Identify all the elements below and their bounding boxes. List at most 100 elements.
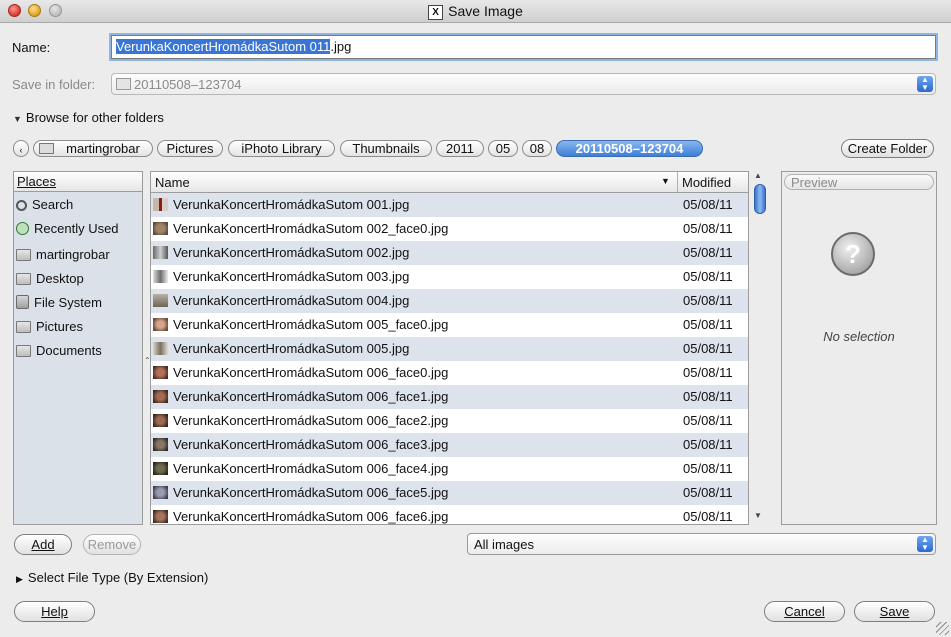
file-row[interactable]: VerunkaKoncertHromádkaSutom 006_face4.jp… [151, 457, 748, 481]
file-row[interactable]: VerunkaKoncertHromádkaSutom 002_face0.jp… [151, 217, 748, 241]
file-row[interactable]: VerunkaKoncertHromádkaSutom 006_face3.jp… [151, 433, 748, 457]
file-row[interactable]: VerunkaKoncertHromádkaSutom 006_face0.jp… [151, 361, 748, 385]
create-folder-button[interactable]: Create Folder [841, 139, 934, 158]
place-search[interactable]: Search [16, 193, 73, 217]
help-button[interactable]: Help [14, 601, 95, 622]
column-header-name-label: Name [155, 175, 190, 190]
path-item-pictures[interactable]: Pictures [157, 140, 223, 157]
file-modified: 05/08/11 [683, 293, 733, 308]
home-folder-icon [39, 143, 54, 154]
image-thumbnail-icon [153, 366, 168, 379]
save-button[interactable]: Save [854, 601, 935, 622]
file-modified: 05/08/11 [683, 221, 733, 236]
file-row[interactable]: VerunkaKoncertHromádkaSutom 005_face0.jp… [151, 313, 748, 337]
image-thumbnail-icon [153, 438, 168, 451]
path-item-martingrobar[interactable]: martingrobar [33, 140, 153, 157]
preview-header: Preview [784, 174, 934, 190]
file-row[interactable]: VerunkaKoncertHromádkaSutom 006_face2.jp… [151, 409, 748, 433]
resize-grip[interactable] [936, 622, 949, 635]
search-icon [16, 200, 27, 211]
file-modified: 05/08/11 [683, 437, 733, 452]
place-martingrobar[interactable]: martingrobar [16, 243, 110, 267]
file-type-expander[interactable]: ▶ Select File Type (By Extension) [16, 570, 208, 585]
file-row[interactable]: VerunkaKoncertHromádkaSutom 004.jpg 05/0… [151, 289, 748, 313]
path-toggle-button[interactable]: ‹ [13, 140, 29, 157]
save-in-folder-combo[interactable]: 20110508–123704 ▲ ▼ [111, 73, 936, 95]
no-selection-text: No selection [823, 329, 895, 344]
recent-icon [16, 222, 29, 235]
places-panel: Places Search Recently Used martingrobar… [13, 171, 143, 525]
path-item-label: martingrobar [66, 141, 140, 156]
column-header-name[interactable]: Name ▼ [151, 172, 678, 192]
file-name: VerunkaKoncertHromádkaSutom 005.jpg [173, 341, 410, 356]
path-item-iphoto-library[interactable]: iPhoto Library [228, 140, 335, 157]
path-item-2011[interactable]: 2011 [436, 140, 484, 157]
place-file-system[interactable]: File System [16, 291, 102, 315]
file-name: VerunkaKoncertHromádkaSutom 006_face3.jp… [173, 437, 449, 452]
scroll-up-arrow-icon[interactable]: ▲ [754, 171, 762, 180]
scroll-thumb[interactable] [754, 184, 766, 214]
add-bookmark-button[interactable]: Add [14, 534, 72, 555]
file-modified: 05/08/11 [683, 461, 733, 476]
file-modified: 05/08/11 [683, 389, 733, 404]
cancel-button[interactable]: Cancel [764, 601, 845, 622]
filename-input[interactable]: VerunkaKoncertHromádkaSutom 011.jpg [111, 35, 936, 59]
image-thumbnail-icon [153, 486, 168, 499]
browse-folders-toggle[interactable]: ▼ Browse for other folders [13, 110, 164, 125]
file-row[interactable]: VerunkaKoncertHromádkaSutom 003.jpg 05/0… [151, 265, 748, 289]
image-thumbnail-icon [153, 270, 168, 283]
place-desktop[interactable]: Desktop [16, 267, 84, 291]
place-recently-used[interactable]: Recently Used [16, 217, 119, 241]
file-row[interactable]: VerunkaKoncertHromádkaSutom 001.jpg 05/0… [151, 193, 748, 217]
file-list-scrollbar[interactable]: ▲ ▼ [752, 171, 768, 525]
browse-folders-label: Browse for other folders [25, 110, 164, 125]
preview-panel: Preview ? No selection [781, 171, 937, 525]
file-list: Name ▼ Modified VerunkaKoncertHromádkaSu… [150, 171, 749, 525]
place-pictures[interactable]: Pictures [16, 315, 83, 339]
filename-selected-text: VerunkaKoncertHromádkaSutom 011 [116, 39, 331, 54]
path-item-thumbnails[interactable]: Thumbnails [340, 140, 432, 157]
file-filter-value: All images [474, 537, 534, 552]
image-thumbnail-icon [153, 198, 168, 211]
folder-icon [16, 321, 31, 333]
path-item-05[interactable]: 05 [488, 140, 518, 157]
save-in-folder-value: 20110508–123704 [134, 77, 242, 92]
folder-icon [16, 273, 31, 285]
path-item-current[interactable]: 20110508–123704 [556, 140, 703, 157]
file-modified: 05/08/11 [683, 509, 733, 524]
remove-bookmark-button[interactable]: Remove [83, 534, 141, 555]
file-name: VerunkaKoncertHromádkaSutom 006_face2.jp… [173, 413, 449, 428]
file-name: VerunkaKoncertHromádkaSutom 006_face4.jp… [173, 461, 449, 476]
column-header-modified[interactable]: Modified [678, 172, 748, 192]
places-header[interactable]: Places [14, 172, 142, 192]
file-modified: 05/08/11 [683, 317, 733, 332]
place-label: File System [34, 295, 102, 310]
file-modified: 05/08/11 [683, 269, 733, 284]
file-row[interactable]: VerunkaKoncertHromádkaSutom 006_face1.jp… [151, 385, 748, 409]
scroll-down-arrow-icon[interactable]: ▼ [754, 511, 762, 520]
file-row[interactable]: VerunkaKoncertHromádkaSutom 006_face6.jp… [151, 505, 748, 524]
help-button-label: Help [41, 604, 68, 619]
folder-icon [16, 249, 31, 261]
file-list-header: Name ▼ Modified [151, 172, 748, 193]
file-modified: 05/08/11 [683, 485, 733, 500]
image-thumbnail-icon [153, 342, 168, 355]
path-item-08[interactable]: 08 [522, 140, 552, 157]
file-row[interactable]: VerunkaKoncertHromádkaSutom 006_face5.jp… [151, 481, 748, 505]
window-title-area: X Save Image [0, 3, 951, 20]
file-filter-combo[interactable]: All images ▲ ▼ [467, 533, 936, 555]
file-row[interactable]: VerunkaKoncertHromádkaSutom 005.jpg 05/0… [151, 337, 748, 361]
save-in-folder-label: Save in folder: [12, 77, 96, 92]
file-row[interactable]: VerunkaKoncertHromádkaSutom 002.jpg 05/0… [151, 241, 748, 265]
image-thumbnail-icon [153, 462, 168, 475]
place-documents[interactable]: Documents [16, 339, 102, 363]
places-header-label: Places [17, 174, 57, 189]
file-name: VerunkaKoncertHromádkaSutom 002_face0.jp… [173, 221, 449, 236]
file-name: VerunkaKoncertHromádkaSutom 006_face5.jp… [173, 485, 449, 500]
filename-extension-text: .jpg [330, 39, 352, 54]
place-label: Desktop [36, 271, 84, 286]
file-name: VerunkaKoncertHromádkaSutom 003.jpg [173, 269, 410, 284]
image-thumbnail-icon [153, 222, 168, 235]
save-button-label: Save [879, 604, 910, 619]
place-label: Pictures [36, 319, 83, 334]
